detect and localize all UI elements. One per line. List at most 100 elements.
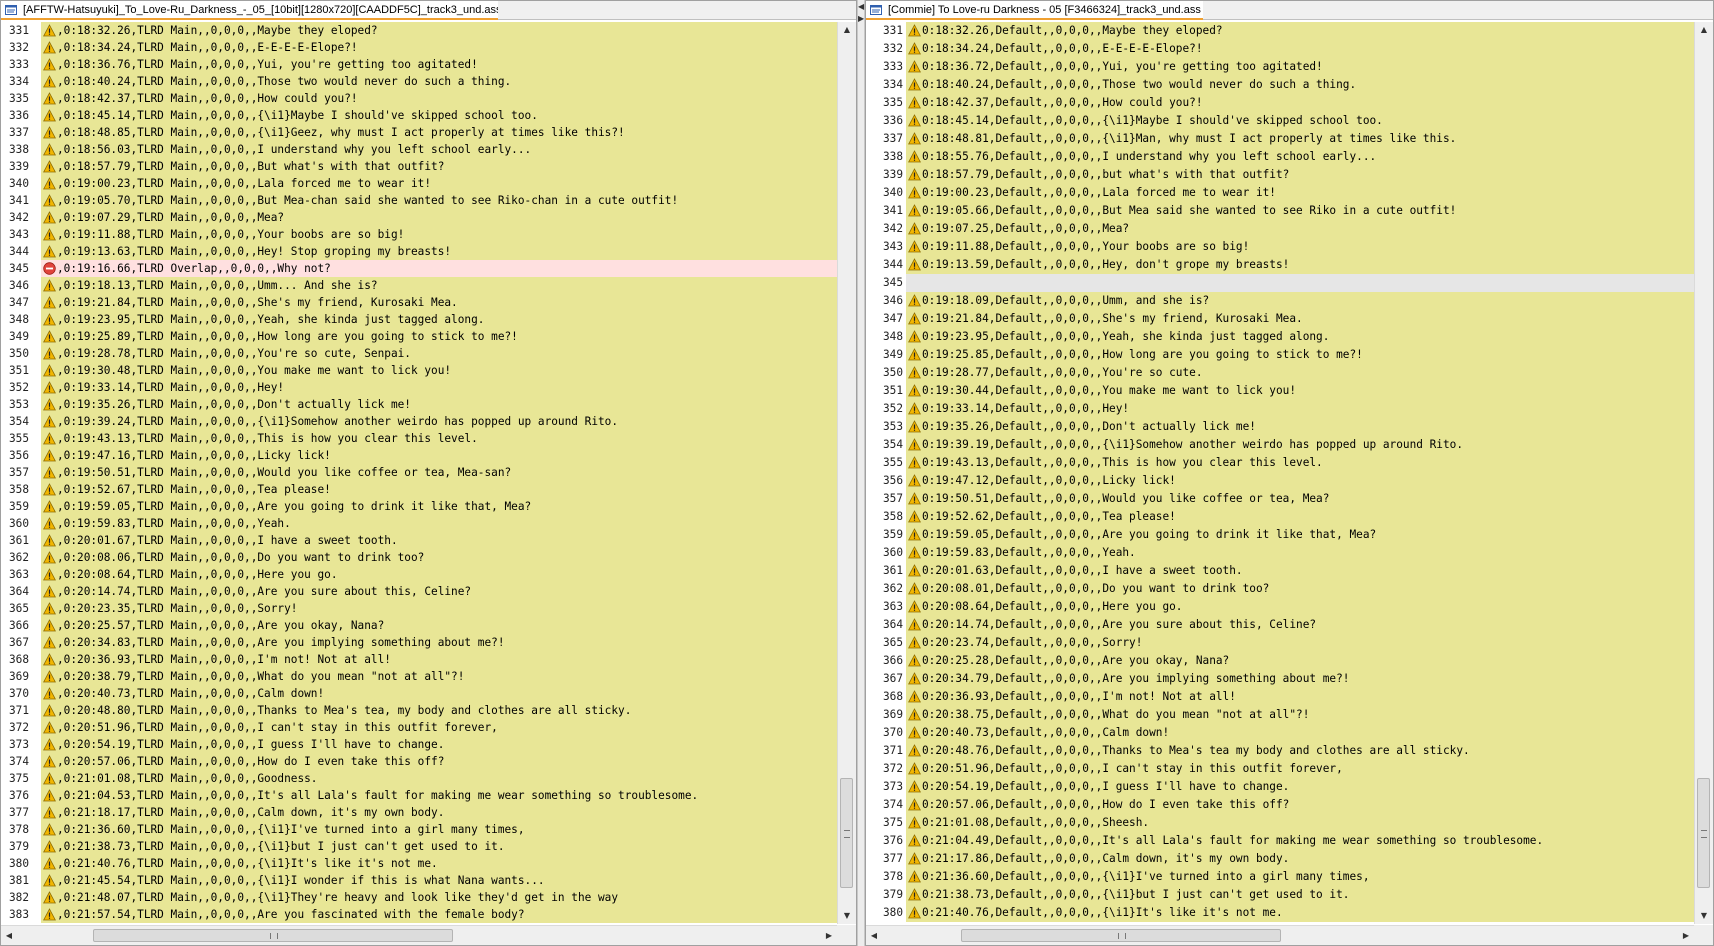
diff-line[interactable]: 351 ,0:19:30.48,TLRD Main,,0,0,0,,You mak… <box>1 362 837 379</box>
diff-line[interactable]: 379 0:21:38.73,Default,,0,0,0,,{\i1}but I… <box>866 886 1694 904</box>
diff-line[interactable]: 359 ,0:19:59.05,TLRD Main,,0,0,0,,Are you… <box>1 498 837 515</box>
diff-line[interactable]: 373 0:20:54.19,Default,,0,0,0,,I guess I'… <box>866 778 1694 796</box>
diff-line[interactable]: 370 0:20:40.73,Default,,0,0,0,,Calm down! <box>866 724 1694 742</box>
diff-line[interactable]: 356 0:19:47.12,Default,,0,0,0,,Licky lick… <box>866 472 1694 490</box>
diff-line[interactable]: 373 ,0:20:54.19,TLRD Main,,0,0,0,,I guess… <box>1 736 837 753</box>
diff-line[interactable]: 352 0:19:33.14,Default,,0,0,0,,Hey! <box>866 400 1694 418</box>
diff-line[interactable]: 363 0:20:08.64,Default,,0,0,0,,Here you g… <box>866 598 1694 616</box>
diff-line[interactable]: 364 ,0:20:14.74,TLRD Main,,0,0,0,,Are you… <box>1 583 837 600</box>
diff-line[interactable]: 341 ,0:19:05.70,TLRD Main,,0,0,0,,But Mea… <box>1 192 837 209</box>
diff-line[interactable]: 382 ,0:21:48.07,TLRD Main,,0,0,0,,{\i1}Th… <box>1 889 837 906</box>
diff-line[interactable]: 376 ,0:21:04.53,TLRD Main,,0,0,0,,It's al… <box>1 787 837 804</box>
diff-line[interactable]: 369 ,0:20:38.79,TLRD Main,,0,0,0,,What do… <box>1 668 837 685</box>
diff-line[interactable]: 337 ,0:18:48.85,TLRD Main,,0,0,0,,{\i1}Ge… <box>1 124 837 141</box>
diff-line[interactable]: 378 ,0:21:36.60,TLRD Main,,0,0,0,,{\i1}I'… <box>1 821 837 838</box>
diff-line[interactable]: 357 0:19:50.51,Default,,0,0,0,,Would you … <box>866 490 1694 508</box>
diff-line[interactable]: 368 0:20:36.93,Default,,0,0,0,,I'm not! N… <box>866 688 1694 706</box>
diff-line[interactable]: 349 ,0:19:25.89,TLRD Main,,0,0,0,,How lon… <box>1 328 837 345</box>
scroll-left-arrow-icon[interactable]: ◀ <box>866 926 882 945</box>
diff-line[interactable]: 383 ,0:21:57.54,TLRD Main,,0,0,0,,Are you… <box>1 906 837 923</box>
diff-line[interactable]: 366 ,0:20:25.57,TLRD Main,,0,0,0,,Are you… <box>1 617 837 634</box>
diff-line[interactable]: 331 ,0:18:32.26,TLRD Main,,0,0,0,,Maybe t… <box>1 22 837 39</box>
diff-line[interactable]: 371 ,0:20:48.80,TLRD Main,,0,0,0,,Thanks … <box>1 702 837 719</box>
diff-line[interactable]: 371 0:20:48.76,Default,,0,0,0,,Thanks to … <box>866 742 1694 760</box>
diff-line[interactable]: 336 ,0:18:45.14,TLRD Main,,0,0,0,,{\i1}Ma… <box>1 107 837 124</box>
diff-line[interactable]: 361 ,0:20:01.67,TLRD Main,,0,0,0,,I have … <box>1 532 837 549</box>
diff-line[interactable]: 340 0:19:00.23,Default,,0,0,0,,Lala force… <box>866 184 1694 202</box>
diff-line[interactable]: 362 ,0:20:08.06,TLRD Main,,0,0,0,,Do you … <box>1 549 837 566</box>
diff-line[interactable]: 334 0:18:40.24,Default,,0,0,0,,Those two … <box>866 76 1694 94</box>
diff-line[interactable]: 345 ,0:19:16.66,TLRD Overlap,,0,0,0,,Why … <box>1 260 837 277</box>
diff-line[interactable]: 337 0:18:48.81,Default,,0,0,0,,{\i1}Man, … <box>866 130 1694 148</box>
diff-line[interactable]: 379 ,0:21:38.73,TLRD Main,,0,0,0,,{\i1}bu… <box>1 838 837 855</box>
diff-line[interactable]: 347 ,0:19:21.84,TLRD Main,,0,0,0,,She's m… <box>1 294 837 311</box>
right-horizontal-scroll-thumb[interactable] <box>961 929 1281 942</box>
diff-line[interactable]: 344 ,0:19:13.63,TLRD Main,,0,0,0,,Hey! St… <box>1 243 837 260</box>
diff-line[interactable]: 331 0:18:32.26,Default,,0,0,0,,Maybe they… <box>866 22 1694 40</box>
diff-line[interactable]: 381 ,0:21:45.54,TLRD Main,,0,0,0,,{\i1}I … <box>1 872 837 889</box>
diff-line[interactable]: 361 0:20:01.63,Default,,0,0,0,,I have a s… <box>866 562 1694 580</box>
left-horizontal-scroll-thumb[interactable] <box>93 929 453 942</box>
diff-line[interactable]: 380 ,0:21:40.76,TLRD Main,,0,0,0,,{\i1}It… <box>1 855 837 872</box>
diff-line[interactable]: 354 ,0:19:39.24,TLRD Main,,0,0,0,,{\i1}So… <box>1 413 837 430</box>
diff-line[interactable]: 375 ,0:21:01.08,TLRD Main,,0,0,0,,Goodnes… <box>1 770 837 787</box>
diff-line[interactable]: 366 0:20:25.28,Default,,0,0,0,,Are you ok… <box>866 652 1694 670</box>
diff-line[interactable]: 339 ,0:18:57.79,TLRD Main,,0,0,0,,But wha… <box>1 158 837 175</box>
left-vertical-scroll-thumb[interactable] <box>840 778 853 888</box>
pane-splitter[interactable]: ◀ ▶ <box>857 0 865 946</box>
left-file-tab[interactable]: [AFFTW-Hatsuyuki]_To_Love-Ru_Darkness_-_… <box>1 1 502 20</box>
diff-line[interactable]: 368 ,0:20:36.93,TLRD Main,,0,0,0,,I'm not… <box>1 651 837 668</box>
diff-line[interactable]: 369 0:20:38.75,Default,,0,0,0,,What do yo… <box>866 706 1694 724</box>
diff-line[interactable]: 346 ,0:19:18.13,TLRD Main,,0,0,0,,Umm... … <box>1 277 837 294</box>
diff-line[interactable]: 355 0:19:43.13,Default,,0,0,0,,This is ho… <box>866 454 1694 472</box>
diff-line[interactable]: 376 0:21:04.49,Default,,0,0,0,,It's all L… <box>866 832 1694 850</box>
diff-line[interactable]: 349 0:19:25.85,Default,,0,0,0,,How long a… <box>866 346 1694 364</box>
diff-line[interactable]: 336 0:18:45.14,Default,,0,0,0,,{\i1}Maybe… <box>866 112 1694 130</box>
scroll-right-arrow-icon[interactable]: ▶ <box>821 926 837 945</box>
diff-line[interactable]: 372 ,0:20:51.96,TLRD Main,,0,0,0,,I can't… <box>1 719 837 736</box>
left-diff-pane[interactable]: [AFFTW-Hatsuyuki]_To_Love-Ru_Darkness_-_… <box>0 0 857 946</box>
diff-line[interactable]: 370 ,0:20:40.73,TLRD Main,,0,0,0,,Calm do… <box>1 685 837 702</box>
left-horizontal-scrollbar[interactable]: ◀ ▶ <box>1 925 837 945</box>
diff-line[interactable]: 341 0:19:05.66,Default,,0,0,0,,But Mea sa… <box>866 202 1694 220</box>
diff-line[interactable]: 367 ,0:20:34.83,TLRD Main,,0,0,0,,Are you… <box>1 634 837 651</box>
diff-line[interactable]: 338 ,0:18:56.03,TLRD Main,,0,0,0,,I under… <box>1 141 837 158</box>
diff-line[interactable]: 333 0:18:36.72,Default,,0,0,0,,Yui, you'r… <box>866 58 1694 76</box>
diff-line[interactable]: 358 0:19:52.62,Default,,0,0,0,,Tea please… <box>866 508 1694 526</box>
diff-line[interactable]: 380 0:21:40.76,Default,,0,0,0,,{\i1}It's … <box>866 904 1694 922</box>
diff-line[interactable]: 365 ,0:20:23.35,TLRD Main,,0,0,0,,Sorry! <box>1 600 837 617</box>
right-diff-pane[interactable]: [Commie] To Love-ru Darkness - 05 [F3466… <box>865 0 1714 946</box>
diff-line[interactable]: 359 0:19:59.05,Default,,0,0,0,,Are you go… <box>866 526 1694 544</box>
diff-line[interactable]: 348 ,0:19:23.95,TLRD Main,,0,0,0,,Yeah, s… <box>1 311 837 328</box>
diff-line[interactable]: 347 0:19:21.84,Default,,0,0,0,,She's my f… <box>866 310 1694 328</box>
diff-line[interactable]: 358 ,0:19:52.67,TLRD Main,,0,0,0,,Tea ple… <box>1 481 837 498</box>
diff-line[interactable]: 375 0:21:01.08,Default,,0,0,0,,Sheesh. <box>866 814 1694 832</box>
diff-line[interactable]: 353 0:19:35.26,Default,,0,0,0,,Don't actu… <box>866 418 1694 436</box>
diff-line[interactable]: 362 0:20:08.01,Default,,0,0,0,,Do you wan… <box>866 580 1694 598</box>
diff-line[interactable]: 348 0:19:23.95,Default,,0,0,0,,Yeah, she … <box>866 328 1694 346</box>
left-line-list[interactable]: 331 ,0:18:32.26,TLRD Main,,0,0,0,,Maybe t… <box>1 22 837 923</box>
diff-line[interactable]: 346 0:19:18.09,Default,,0,0,0,,Umm, and s… <box>866 292 1694 310</box>
diff-line[interactable]: 343 0:19:11.88,Default,,0,0,0,,Your boobs… <box>866 238 1694 256</box>
diff-line[interactable]: 339 0:18:57.79,Default,,0,0,0,,but what's… <box>866 166 1694 184</box>
diff-line[interactable]: 355 ,0:19:43.13,TLRD Main,,0,0,0,,This is… <box>1 430 837 447</box>
left-vertical-scrollbar[interactable]: ▲ ▼ <box>837 22 856 924</box>
diff-line[interactable]: 354 0:19:39.19,Default,,0,0,0,,{\i1}Someh… <box>866 436 1694 454</box>
scroll-left-arrow-icon[interactable]: ◀ <box>1 926 17 945</box>
diff-line[interactable]: 365 0:20:23.74,Default,,0,0,0,,Sorry! <box>866 634 1694 652</box>
diff-line[interactable]: 360 ,0:19:59.83,TLRD Main,,0,0,0,,Yeah. <box>1 515 837 532</box>
diff-line[interactable]: 342 0:19:07.25,Default,,0,0,0,,Mea? <box>866 220 1694 238</box>
diff-line[interactable]: 378 0:21:36.60,Default,,0,0,0,,{\i1}I've … <box>866 868 1694 886</box>
scroll-up-arrow-icon[interactable]: ▲ <box>838 22 856 38</box>
right-horizontal-scrollbar[interactable]: ◀ ▶ <box>866 925 1694 945</box>
diff-line[interactable]: 367 0:20:34.79,Default,,0,0,0,,Are you im… <box>866 670 1694 688</box>
diff-line[interactable]: 335 ,0:18:42.37,TLRD Main,,0,0,0,,How cou… <box>1 90 837 107</box>
diff-line[interactable]: 332 0:18:34.24,Default,,0,0,0,,E-E-E-E-El… <box>866 40 1694 58</box>
diff-line[interactable]: 377 0:21:17.86,Default,,0,0,0,,Calm down,… <box>866 850 1694 868</box>
diff-line[interactable]: 332 ,0:18:34.24,TLRD Main,,0,0,0,,E-E-E-E… <box>1 39 837 56</box>
diff-line[interactable]: 364 0:20:14.74,Default,,0,0,0,,Are you su… <box>866 616 1694 634</box>
diff-line[interactable]: 351 0:19:30.44,Default,,0,0,0,,You make m… <box>866 382 1694 400</box>
diff-line[interactable]: 340 ,0:19:00.23,TLRD Main,,0,0,0,,Lala fo… <box>1 175 837 192</box>
right-file-tab[interactable]: [Commie] To Love-ru Darkness - 05 [F3466… <box>866 1 1203 20</box>
diff-line[interactable]: 333 ,0:18:36.76,TLRD Main,,0,0,0,,Yui, yo… <box>1 56 837 73</box>
